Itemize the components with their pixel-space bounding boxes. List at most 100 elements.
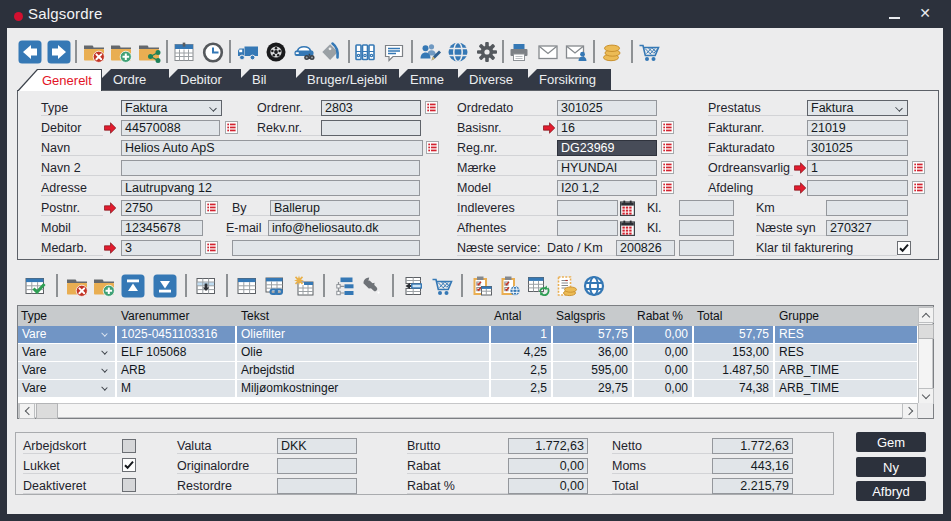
basisnr-field[interactable]: 16 [557, 120, 657, 136]
cell-varenummer[interactable]: ARB [117, 362, 235, 379]
folder-add-icon[interactable] [109, 40, 133, 64]
tab-debitor[interactable]: Debitor [169, 69, 241, 90]
fakturadato-field[interactable]: 301025 [807, 140, 908, 156]
cell-total[interactable]: 57,75 [694, 326, 773, 343]
afhentes-time-field[interactable] [679, 220, 734, 236]
cell-gruppe[interactable]: RES [775, 344, 917, 361]
cell-tekst[interactable]: Miljøomkostninger [237, 380, 489, 397]
wheel-icon[interactable] [264, 40, 288, 64]
afdeling-field[interactable] [807, 180, 908, 196]
indleveres-calendar-icon[interactable] [620, 200, 635, 216]
navn-lookup-icon[interactable] [426, 141, 439, 154]
table-rows-icon[interactable] [235, 274, 259, 298]
mail-icon[interactable] [536, 40, 560, 64]
cell-type[interactable]: Vare [18, 380, 115, 397]
cell-tekst[interactable]: Oliefilter [237, 326, 489, 343]
ny-button[interactable]: Ny [856, 457, 926, 477]
tag-pen-icon[interactable] [320, 40, 344, 64]
postnr-field[interactable]: 2750 [121, 200, 201, 216]
comment-icon[interactable] [382, 40, 406, 64]
scroll-left-button[interactable] [19, 403, 35, 419]
list-coins-icon[interactable] [554, 274, 578, 298]
cell-total[interactable]: 1.487,50 [694, 362, 773, 379]
ordrenr-field[interactable]: 2803 [321, 100, 421, 116]
grid-row[interactable]: Vare ARB Arbejdstid 2,5 595,00 0,00 1.48… [18, 362, 918, 380]
coins-icon[interactable] [599, 40, 625, 64]
mail-user-icon[interactable] [564, 40, 588, 64]
lukket-checkbox[interactable] [122, 458, 136, 472]
cell-salgspris[interactable]: 595,00 [553, 362, 632, 379]
cell-type[interactable]: Vare [18, 344, 115, 361]
cell-gruppe[interactable]: ARB_TIME [775, 380, 917, 397]
tab-bil[interactable]: Bil [241, 69, 296, 90]
email-field[interactable]: info@heliosauto.dk [268, 220, 420, 236]
clock-icon[interactable] [201, 40, 225, 64]
cell-tekst[interactable]: Arbejdstid [237, 362, 489, 379]
originalordre-field[interactable] [277, 458, 357, 474]
v-scrollbar[interactable] [918, 306, 933, 403]
cell-gruppe[interactable]: RES [775, 326, 917, 343]
indleveres-time-field[interactable] [679, 200, 734, 216]
clipboard-globe-icon[interactable] [498, 274, 522, 298]
cell-gruppe[interactable]: ARB_TIME [775, 362, 917, 379]
ordrenr-lookup-icon[interactable] [425, 101, 438, 114]
col-gruppe[interactable]: Gruppe [779, 309, 819, 323]
medarb-field[interactable]: 3 [121, 240, 201, 256]
tab-bruger-lejebil[interactable]: Bruger/Lejebil [296, 69, 399, 90]
prestatus-select[interactable]: Faktura [807, 100, 908, 116]
truck-icon[interactable] [236, 40, 260, 64]
afhentes-date-field[interactable] [557, 220, 618, 236]
naeste-service-dato-field[interactable]: 200826 [616, 240, 675, 256]
navn2-field[interactable] [121, 160, 420, 176]
nav-back-icon[interactable] [18, 40, 42, 64]
tab-forsikring[interactable]: Forsikring [528, 69, 611, 90]
ordredato-field[interactable]: 301025 [557, 100, 657, 116]
globe-outline-icon[interactable] [582, 274, 606, 298]
cell-type[interactable]: Vare [18, 362, 115, 379]
debitor-field[interactable]: 44570088 [121, 120, 220, 136]
cell-salgspris[interactable]: 29,75 [553, 380, 632, 397]
model-field[interactable]: I20 1,2 [557, 180, 657, 196]
wrench-icon[interactable] [360, 274, 384, 298]
cell-varenummer[interactable]: 1025-0451103316 [117, 326, 235, 343]
grid-row[interactable]: Vare ELF 105068 Olie 4,25 36,00 0,00 153… [18, 344, 918, 362]
folder-delete-icon[interactable] [82, 40, 106, 64]
regnr-field[interactable]: DG23969 [557, 140, 657, 156]
adresse-field[interactable]: Lautrupvang 12 [121, 180, 420, 196]
tab-diverse[interactable]: Diverse [458, 69, 528, 90]
col-varenummer[interactable]: Varenummer [121, 309, 189, 323]
move-top-icon[interactable] [121, 274, 145, 298]
h-scroll-thumb[interactable] [36, 403, 58, 419]
insert-row-icon[interactable] [194, 274, 218, 298]
cell-antal[interactable]: 2,5 [491, 380, 551, 397]
close-button[interactable]: ✕ [915, 7, 935, 23]
cell-rabat[interactable]: 0,00 [634, 344, 692, 361]
type-select[interactable]: Faktura [121, 100, 222, 116]
cell-rabat[interactable]: 0,00 [634, 362, 692, 379]
arbejdskort-checkbox[interactable] [122, 439, 136, 453]
ordreansvarlig-lookup-icon[interactable] [912, 161, 925, 174]
col-antal[interactable]: Antal [494, 309, 521, 323]
cart-icon[interactable] [637, 40, 661, 64]
binders-icon[interactable] [353, 40, 377, 64]
col-type[interactable]: Type [21, 309, 47, 323]
row-delete-icon[interactable] [65, 274, 89, 298]
model-lookup-icon[interactable] [661, 181, 674, 194]
afbryd-button[interactable]: Afbryd [856, 481, 926, 501]
col-tekst[interactable]: Tekst [241, 309, 269, 323]
cell-salgspris[interactable]: 57,75 [553, 326, 632, 343]
afdeling-lookup-icon[interactable] [912, 181, 925, 194]
postnr-lookup-icon[interactable] [205, 201, 218, 214]
grid-row[interactable]: Vare M Miljøomkostninger 2,5 29,75 0,00 … [18, 380, 918, 398]
debitor-lookup-icon[interactable] [225, 121, 238, 134]
tab-emne[interactable]: Emne [399, 69, 458, 90]
restordre-field[interactable] [277, 478, 357, 494]
scroll-down-button[interactable] [918, 388, 934, 404]
printer-icon[interactable] [507, 40, 531, 64]
clipboard-table-icon[interactable] [470, 274, 494, 298]
cell-tekst[interactable]: Olie [237, 344, 489, 361]
cell-varenummer[interactable]: M [117, 380, 235, 397]
gem-button[interactable]: Gem [856, 432, 926, 452]
folder-share-icon[interactable] [137, 40, 161, 64]
cell-antal[interactable]: 1 [491, 326, 551, 343]
